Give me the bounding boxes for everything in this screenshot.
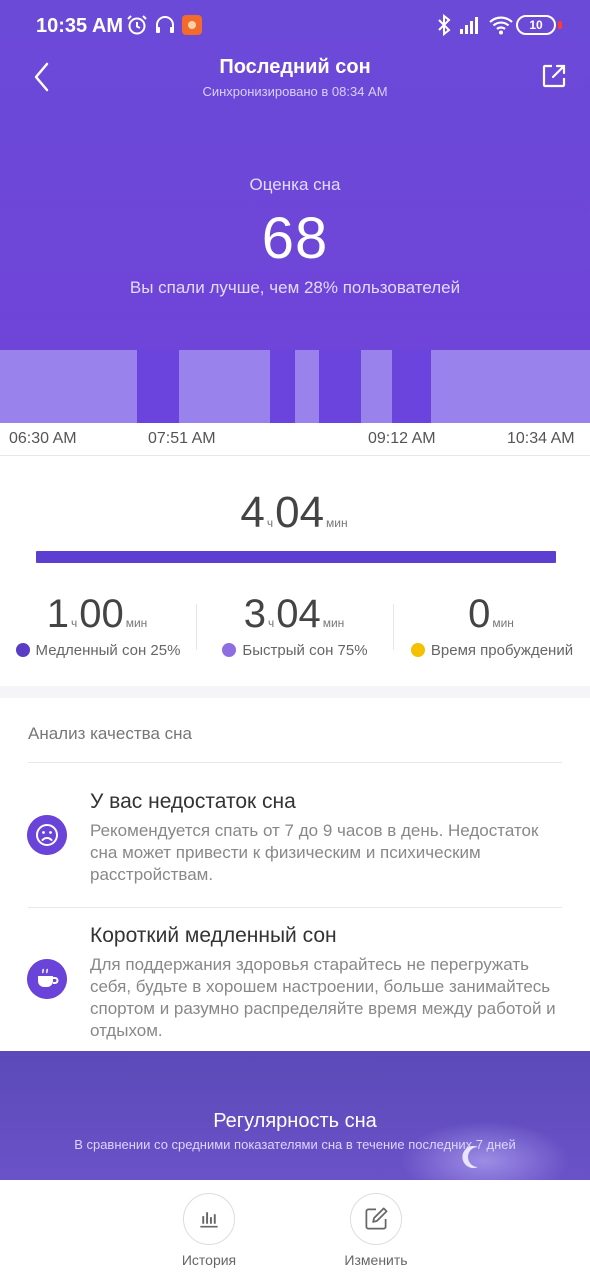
- timeline-segment-light: [431, 350, 590, 423]
- total-hours-unit: ч: [266, 516, 274, 530]
- total-sleep-bar: [36, 551, 556, 563]
- timeline-tick: 10:34 AM: [507, 430, 575, 447]
- moon-icon: [462, 1146, 478, 1168]
- edit-button[interactable]: [350, 1193, 402, 1245]
- sleep-score-comparison: Вы спали лучше, чем 28% пользователей: [129, 278, 461, 297]
- stat-hours-unit: ч: [70, 616, 78, 630]
- analysis-item-text: Для поддержания здоровья старайтесь не п…: [90, 955, 556, 1040]
- regularity-title: Регулярность сна: [213, 1110, 377, 1132]
- sync-status: Синхронизировано в 08:34 AM: [202, 84, 388, 99]
- status-bar: 10:35 AM 10: [0, 0, 590, 52]
- coffee-cup-icon: [27, 959, 67, 999]
- stat-deep-sleep: 1 ч00 мин Медленный сон 25%: [0, 592, 196, 672]
- timeline-segment-deep: [319, 350, 361, 423]
- alarm-icon: [127, 15, 147, 35]
- analysis-section-title: Анализ качества сна: [28, 724, 192, 743]
- history-label[interactable]: История: [149, 1252, 269, 1268]
- section-gap: [0, 686, 590, 698]
- sleep-timeline[interactable]: [0, 350, 590, 423]
- total-minutes-unit: мин: [326, 516, 348, 530]
- sleep-score-value: 68: [261, 206, 329, 271]
- battery-low-indicator: [558, 21, 562, 29]
- timeline-tick: 06:30 AM: [9, 430, 77, 447]
- sleep-regularity-card[interactable]: Регулярность сна В сравнении со средними…: [0, 1051, 590, 1180]
- sleep-stats: 1 ч00 мин Медленный сон 25% 3 ч04 мин Быстры…: [0, 592, 590, 672]
- analysis-item-title: У вас недостаток сна: [90, 790, 296, 813]
- awake-dot: [410, 643, 425, 657]
- status-time: 10:35 AM: [36, 15, 124, 37]
- stat-label: Время пробуждений: [430, 642, 574, 659]
- divider: [28, 907, 562, 908]
- bluetooth-icon: [438, 13, 451, 37]
- share-icon[interactable]: [540, 62, 568, 90]
- stat-minutes-unit: мин: [492, 616, 514, 630]
- total-hours: 4: [240, 488, 265, 537]
- stat-minutes-unit: мин: [322, 616, 345, 630]
- timeline-tick: 07:51 AM: [148, 430, 216, 447]
- timeline-segment-light: [179, 350, 270, 423]
- stat-minutes: 0: [468, 592, 491, 636]
- light-sleep-dot: [222, 643, 237, 657]
- stat-hours: 3: [243, 592, 266, 636]
- signal-icon: [460, 17, 478, 34]
- page-title: Последний сон: [219, 56, 371, 78]
- timeline-segment-light: [295, 350, 319, 423]
- stat-label: Быстрый сон 75%: [242, 642, 368, 659]
- sad-face-icon: [27, 815, 67, 855]
- timeline-segment-deep: [137, 350, 179, 423]
- battery-icon: 10: [516, 15, 556, 35]
- deep-sleep-dot: [15, 643, 30, 657]
- regularity-subtitle: В сравнении со средними показателями сна…: [74, 1137, 516, 1152]
- timeline-tick: 09:12 AM: [368, 430, 436, 447]
- stat-hours: 1: [46, 592, 69, 636]
- headphones-icon: [156, 16, 174, 33]
- divider: [28, 762, 562, 763]
- history-button[interactable]: [183, 1193, 235, 1245]
- edit-icon: [365, 1207, 388, 1230]
- edit-label[interactable]: Изменить: [316, 1252, 436, 1268]
- stat-light-sleep: 3 ч04 мин Быстрый сон 75%: [197, 592, 393, 672]
- sleep-score-label: Оценка сна: [249, 175, 341, 194]
- wifi-icon: [489, 16, 513, 35]
- stat-minutes-unit: мин: [125, 616, 148, 630]
- timeline-segment-light: [361, 350, 392, 423]
- timeline-segment-deep: [270, 350, 295, 423]
- timeline-segment-light: [0, 350, 137, 423]
- timeline-segment-deep: [392, 350, 431, 423]
- stat-hours-unit: ч: [267, 616, 275, 630]
- stat-minutes: 04: [276, 592, 321, 636]
- sleep-header: 10:35 AM 10 Последний сон Синхронизирова…: [0, 0, 590, 350]
- bar-chart-icon: [200, 1212, 218, 1228]
- bottom-action-bar: История Изменить: [0, 1180, 590, 1280]
- app-notification-icon: [182, 15, 202, 35]
- stat-label: Медленный сон 25%: [35, 642, 181, 659]
- analysis-item-title: Короткий медленный сон: [90, 924, 337, 947]
- total-minutes: 04: [275, 488, 325, 537]
- total-sleep-duration: 4 ч04 мин: [0, 488, 590, 538]
- stat-awake: 0 мин Время пробуждений: [394, 592, 590, 672]
- analysis-item-text: Рекомендуется спать от 7 до 9 часов в де…: [90, 821, 539, 884]
- timeline-axis: 06:30 AM 07:51 AM 09:12 AM 10:34 AM: [0, 423, 590, 456]
- stat-minutes: 00: [79, 592, 124, 636]
